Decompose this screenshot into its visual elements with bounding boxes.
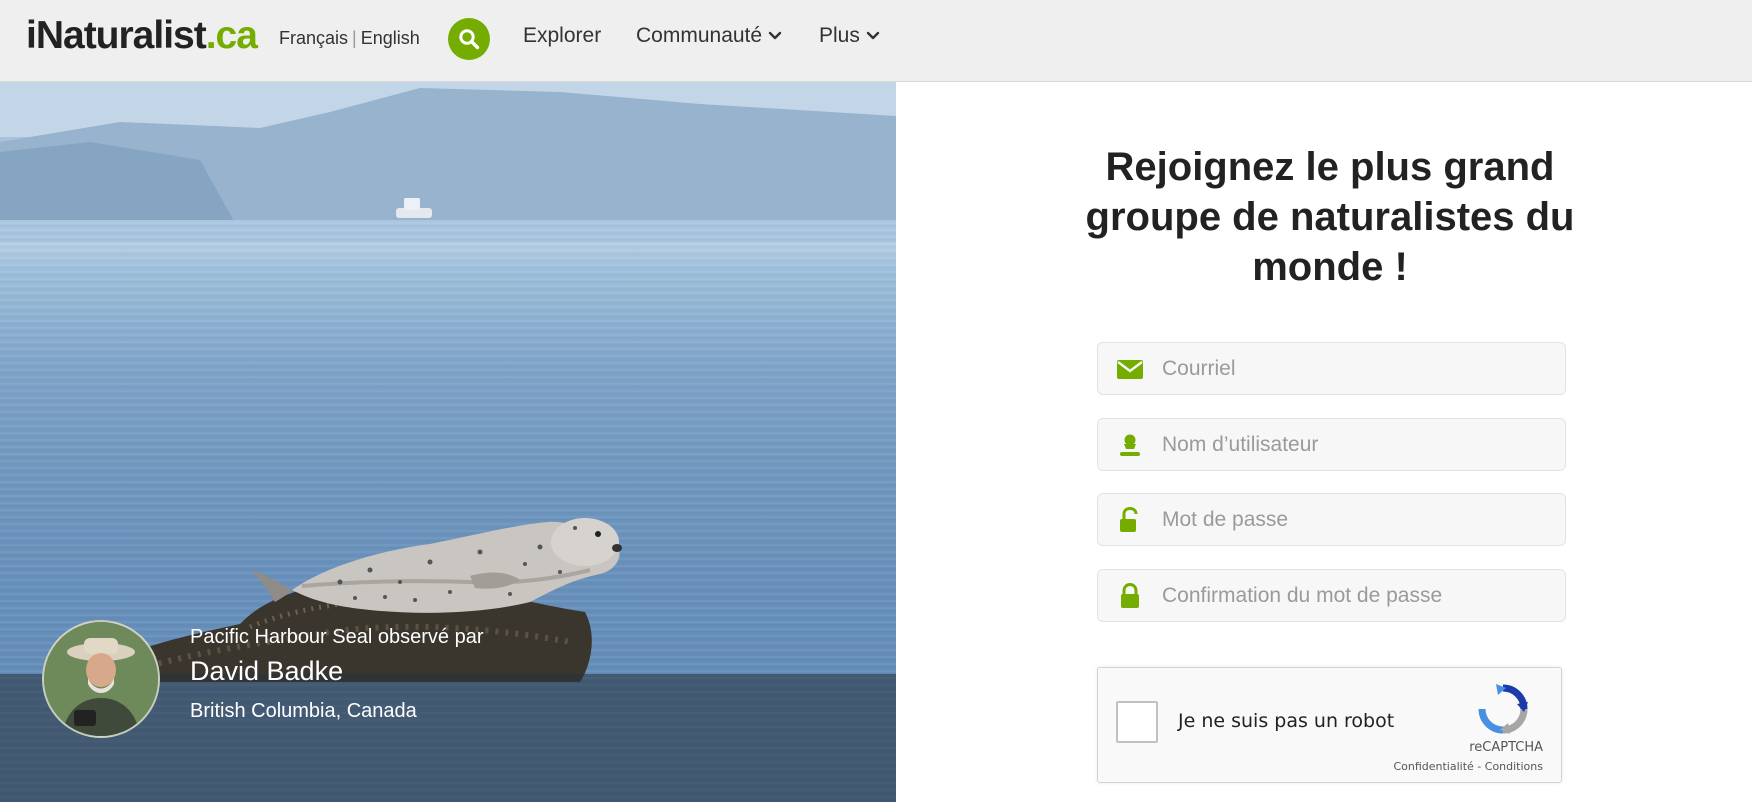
recaptcha-links: Confidentialité - Conditions <box>1393 760 1543 773</box>
recaptcha-link-separator: - <box>1477 760 1482 773</box>
search-icon <box>459 29 480 50</box>
recaptcha-brand: reCAPTCHA <box>1469 740 1543 755</box>
nav-more-label: Plus <box>819 24 860 47</box>
nav-explore-label: Explorer <box>523 24 602 47</box>
recaptcha-checkbox[interactable] <box>1116 701 1158 743</box>
lang-english-link[interactable]: English <box>361 28 420 48</box>
signup-heading: Rejoignez le plus grand groupe de natura… <box>1085 145 1575 289</box>
logo-suffix: .ca <box>205 14 258 57</box>
recaptcha-terms-link[interactable]: Conditions <box>1485 760 1543 773</box>
chevron-down-icon <box>768 31 782 40</box>
envelope-icon <box>1117 360 1143 379</box>
chevron-down-icon <box>866 31 880 40</box>
nav-explore-link[interactable]: Explorer <box>523 24 601 48</box>
distant-boat <box>396 198 432 218</box>
observation-species-line: Pacific Harbour Seal observé par <box>190 626 484 648</box>
unlock-icon <box>1120 507 1138 532</box>
nav-community-menu[interactable]: Communauté <box>636 24 782 48</box>
email-input[interactable] <box>1162 351 1552 387</box>
username-input[interactable] <box>1162 427 1552 463</box>
password-input[interactable] <box>1162 502 1552 538</box>
observer-name-link[interactable]: David Badke <box>190 656 343 687</box>
lang-separator: | <box>352 28 357 48</box>
site-logo[interactable]: iNaturalist.ca <box>26 14 258 58</box>
logo-main: iNaturalist <box>26 14 207 57</box>
username-field <box>1097 418 1566 471</box>
lang-french-link[interactable]: Français <box>279 28 348 48</box>
user-icon <box>1120 434 1140 456</box>
search-button[interactable] <box>448 18 490 60</box>
observer-avatar[interactable] <box>42 620 160 738</box>
person-icon <box>44 622 158 736</box>
recaptcha-widget: Je ne suis pas un robot reCAPTCHA Confid… <box>1097 667 1562 783</box>
nav-more-menu[interactable]: Plus <box>819 24 880 48</box>
nav-community-label: Communauté <box>636 24 763 47</box>
email-field <box>1097 342 1566 395</box>
recaptcha-privacy-link[interactable]: Confidentialité <box>1393 760 1473 773</box>
password-confirm-field <box>1097 569 1566 622</box>
recaptcha-label: Je ne suis pas un robot <box>1178 710 1395 732</box>
lock-icon <box>1121 583 1139 608</box>
password-field <box>1097 493 1566 546</box>
password-confirm-input[interactable] <box>1162 578 1552 614</box>
observation-location: British Columbia, Canada <box>190 700 417 722</box>
top-nav-bar: iNaturalist.ca Français | English Explorer… <box>0 0 1752 82</box>
background-hills <box>0 82 896 242</box>
language-switcher: Français | English <box>279 28 420 49</box>
recaptcha-logo-icon <box>1478 684 1528 734</box>
